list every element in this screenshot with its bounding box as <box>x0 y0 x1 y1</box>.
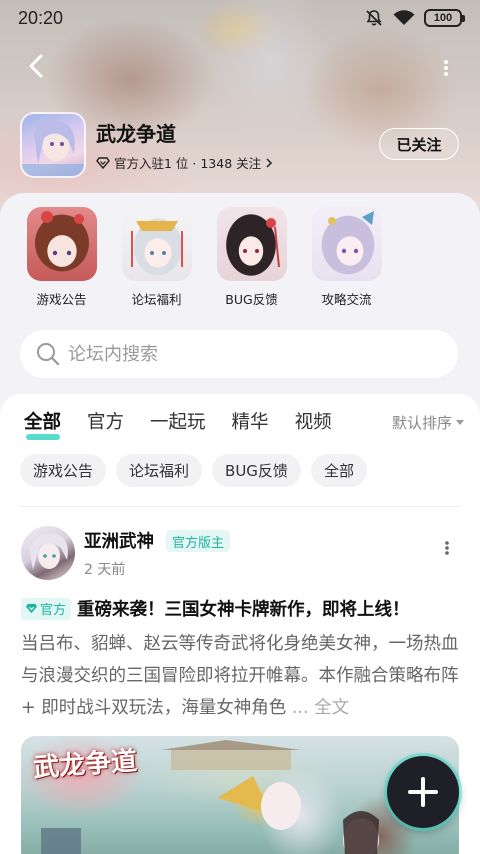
quick-link-bug-feedback[interactable]: BUG反馈 <box>204 207 299 308</box>
tab-video[interactable]: 视频 <box>295 408 332 434</box>
tab-all[interactable]: 全部 <box>24 408 61 440</box>
status-bar: 20:20 100 <box>0 0 480 36</box>
feed-tabs: 全部 官方 一起玩 精华 视频 <box>24 408 358 440</box>
status-icons: 100 <box>364 8 465 28</box>
vertical-dots-icon <box>444 60 448 76</box>
quick-link-label: BUG反馈 <box>225 292 278 307</box>
sort-label: 默认排序 <box>391 414 452 432</box>
quick-link-label: 攻略交流 <box>321 292 372 307</box>
bug-feedback-character-icon <box>216 207 287 281</box>
search-input[interactable] <box>68 343 408 365</box>
post-body[interactable]: 当吕布、貂蝉、赵云等传奇武将化身绝美女神，一场热血与浪漫交织的三国冒险即将拉开帷… <box>21 628 461 724</box>
quick-link-label: 论坛福利 <box>131 292 182 307</box>
chip-game-announcement[interactable]: 游戏公告 <box>20 454 107 487</box>
post-title-row[interactable]: 官方 重磅来袭！三国女神卡牌新作，即将上线！ <box>21 596 461 621</box>
tab-featured[interactable]: 精华 <box>232 408 269 434</box>
quick-link-label: 游戏公告 <box>36 292 87 307</box>
battery-icon: 100 <box>424 9 465 27</box>
forum-benefits-character-icon <box>121 207 192 281</box>
post-author[interactable]: 亚洲武神 <box>84 528 154 553</box>
forum-search-box[interactable] <box>20 330 458 378</box>
create-post-button[interactable] <box>387 756 459 828</box>
follow-button[interactable]: 已关注 <box>379 128 459 160</box>
diamond-badge-icon <box>26 603 37 614</box>
official-tag-label: 官方 <box>40 603 67 618</box>
chip-forum-benefits[interactable]: 论坛福利 <box>116 454 203 487</box>
quick-link-forum-benefits[interactable]: 论坛福利 <box>109 207 204 308</box>
forum-info: 武龙争道 官方入驻1 位 · 1348 关注 <box>20 112 273 178</box>
more-options-button[interactable] <box>436 54 456 82</box>
mute-bell-icon <box>366 10 382 26</box>
game-announcement-character-icon <box>26 207 97 281</box>
official-tag: 官方 <box>21 597 72 620</box>
back-button[interactable] <box>22 52 50 80</box>
avatar[interactable] <box>21 526 75 580</box>
forum-name: 武龙争道 <box>96 122 176 146</box>
post-time: 2 天前 <box>84 562 126 578</box>
quick-links: 游戏公告 论坛福利 BUG反馈 攻略交流 <box>0 207 480 308</box>
character-portrait-icon <box>22 120 84 176</box>
chevron-left-icon <box>29 54 43 78</box>
forum-meta-text: 官方入驻1 位 · 1348 关注 <box>114 156 262 171</box>
forum-avatar <box>20 112 86 178</box>
quick-link-game-announcement[interactable]: 游戏公告 <box>14 207 109 308</box>
post-more-button[interactable] <box>442 538 452 558</box>
quick-link-strategy-exchange[interactable]: 攻略交流 <box>299 207 394 308</box>
vertical-dots-icon <box>445 541 449 555</box>
category-chips: 游戏公告 论坛福利 BUG反馈 全部 <box>20 454 367 487</box>
search-icon <box>37 343 60 366</box>
strategy-exchange-character-icon <box>311 207 382 281</box>
forum-meta[interactable]: 官方入驻1 位 · 1348 关注 <box>96 153 273 172</box>
moderator-badge: 官方版主 <box>166 530 231 552</box>
post-body-text: 当吕布、貂蝉、赵云等传奇武将化身绝美女神，一场热血与浪漫交织的三国冒险即将拉开帷… <box>21 634 459 718</box>
wifi-icon <box>393 10 415 25</box>
sort-dropdown[interactable]: 默认排序 <box>392 412 464 433</box>
chevron-right-icon <box>266 157 273 168</box>
caret-down-icon <box>456 419 464 425</box>
status-time: 20:20 <box>18 7 64 28</box>
tab-official[interactable]: 官方 <box>87 408 124 434</box>
plus-icon <box>408 777 438 807</box>
divider <box>20 506 460 507</box>
chip-bug-feedback[interactable]: BUG反馈 <box>212 454 301 487</box>
diamond-badge-icon <box>96 156 110 169</box>
chip-all[interactable]: 全部 <box>310 454 367 487</box>
post-title: 重磅来袭！三国女神卡牌新作，即将上线！ <box>77 600 410 620</box>
tab-play-together[interactable]: 一起玩 <box>150 408 206 434</box>
read-more-link[interactable]: ... 全文 <box>292 698 349 718</box>
